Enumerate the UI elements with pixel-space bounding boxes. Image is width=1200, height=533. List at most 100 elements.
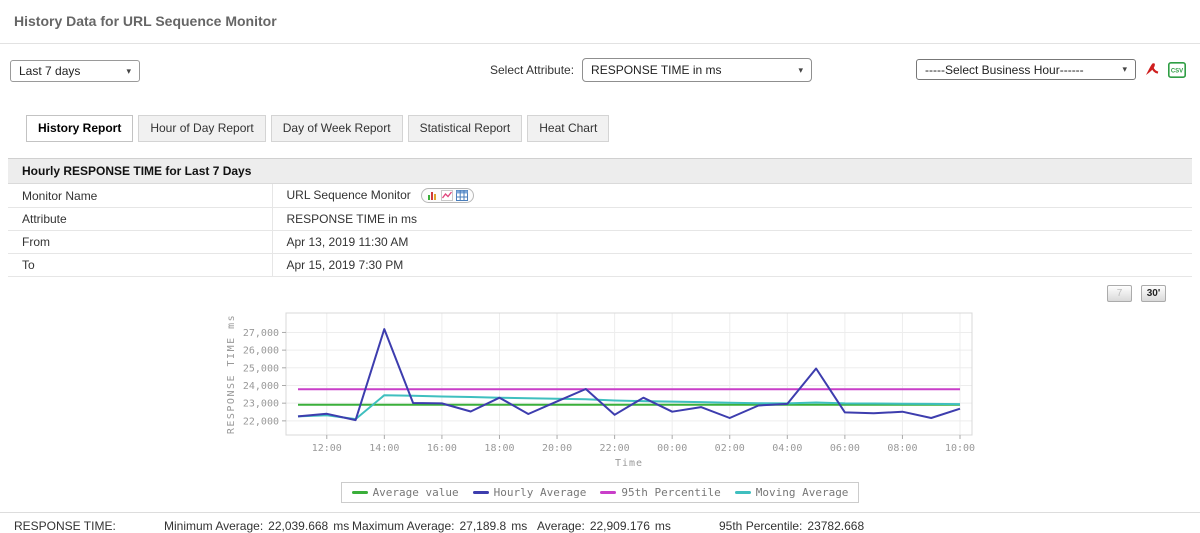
stat-unit: ms xyxy=(654,519,671,533)
row-value: URL Sequence Monitor xyxy=(272,183,1192,209)
tab-day-of-week-report[interactable]: Day of Week Report xyxy=(270,115,403,142)
legend-label: Hourly Average xyxy=(493,486,587,500)
row-value: RESPONSE TIME in ms xyxy=(272,207,1192,232)
stat-item-95th-percentile: 95th Percentile: 23782.668 xyxy=(719,519,869,533)
toolbar: Last 7 days ▾ Select Attribute: RESPONSE… xyxy=(0,44,1200,98)
time-range-value: Last 7 days xyxy=(19,64,81,78)
stat-label: Maximum Average: xyxy=(352,519,455,533)
y-tick-label: 25,000 xyxy=(243,364,279,375)
legend-item-average-value[interactable]: Average value xyxy=(351,486,459,500)
x-tick-label: 16:00 xyxy=(427,443,457,454)
line-graph-icon[interactable] xyxy=(440,190,453,202)
legend-swatch xyxy=(734,491,751,495)
x-tick-label: 14:00 xyxy=(369,443,399,454)
x-tick-label: 20:00 xyxy=(542,443,572,454)
chart-section: 7 30' 22,000 23,000 24,000 25,000 26,000 27,0… xyxy=(0,277,1200,504)
row-label: To xyxy=(8,253,273,278)
x-tick-label: 00:00 xyxy=(657,443,687,454)
select-attribute-label: Select Attribute: xyxy=(490,63,575,77)
x-tick-label: 08:00 xyxy=(887,443,917,454)
chart-legend: Average value Hourly Average 95th Percenti… xyxy=(340,482,860,504)
legend-item-moving-average[interactable]: Moving Average xyxy=(734,486,848,499)
legend-swatch xyxy=(472,491,489,495)
y-tick-label: 22,000 xyxy=(243,417,279,428)
svg-text:CSV: CSV xyxy=(1171,68,1183,74)
legend-label: 95th Percentile xyxy=(621,486,721,500)
summary-stats-bar: RESPONSE TIME: Minimum Average: 22,039.66… xyxy=(0,512,1200,533)
chevron-down-icon: ▾ xyxy=(126,65,131,76)
csv-export-icon[interactable]: CSV xyxy=(1168,61,1186,79)
table-row: To Apr 15, 2019 7:30 PM xyxy=(8,253,1192,278)
stat-value: 22,909.176 xyxy=(589,519,650,533)
data-table-icon[interactable] xyxy=(455,190,468,202)
stat-unit: ms xyxy=(333,519,350,533)
attribute-select[interactable]: RESPONSE TIME in ms ▾ xyxy=(582,58,813,82)
export-group: -----Select Business Hour------ ▾ CSV xyxy=(916,59,1186,80)
tab-statistical-report[interactable]: Statistical Report xyxy=(407,115,523,142)
history-chart: 22,000 23,000 24,000 25,000 26,000 27,000 12:0… xyxy=(220,307,980,504)
range-30-days-button[interactable]: 30' xyxy=(1141,285,1166,303)
stat-item-maximum-average: Maximum Average: 27,189.8 ms xyxy=(352,519,537,533)
business-hour-value: -----Select Business Hour------ xyxy=(925,62,1084,77)
tab-heat-chart[interactable]: Heat Chart xyxy=(527,115,610,142)
table-row: Attribute RESPONSE TIME in ms xyxy=(8,207,1192,232)
line-chart-canvas: 22,000 23,000 24,000 25,000 26,000 27,000 12:0… xyxy=(226,312,975,469)
x-tick-label: 04:00 xyxy=(772,443,802,454)
series-line-hourly-average xyxy=(297,328,961,422)
y-axis-label: RESPONSE TIME ms xyxy=(226,314,237,434)
attribute-value: RESPONSE TIME in ms xyxy=(591,63,722,77)
bar-chart-icon[interactable] xyxy=(427,190,438,201)
x-tick-label: 10:00 xyxy=(945,443,975,454)
table-row: From Apr 13, 2019 11:30 AM xyxy=(8,230,1192,255)
x-tick-label: 06:00 xyxy=(830,443,860,454)
legend-swatch xyxy=(600,491,617,495)
row-label: From xyxy=(8,230,273,255)
tab-history-report[interactable]: History Report xyxy=(26,115,134,142)
stats-attribute-label: RESPONSE TIME: xyxy=(14,519,116,533)
stat-item-minimum-average: Minimum Average: 22,039.668 ms xyxy=(164,519,352,533)
legend-item-hourly-average[interactable]: Hourly Average xyxy=(472,486,587,500)
legend-label: Average value xyxy=(372,486,459,500)
stat-value: 27,189.8 xyxy=(459,519,507,533)
x-axis-label: Time xyxy=(615,458,643,469)
y-tick-label: 23,000 xyxy=(243,399,279,410)
stat-label: Average: xyxy=(537,519,585,533)
chevron-down-icon: ▾ xyxy=(1122,64,1127,74)
monitor-view-icons xyxy=(420,188,474,204)
stat-item-average: Average: 22,909.176 ms xyxy=(537,519,719,533)
time-range-select[interactable]: Last 7 days ▾ xyxy=(10,60,140,82)
info-table-body: Hourly RESPONSE TIME for Last 7 Days Mon… xyxy=(8,158,1192,278)
info-table: Hourly RESPONSE TIME for Last 7 Days Mon… xyxy=(8,158,1192,278)
row-label: Monitor Name xyxy=(8,183,273,209)
report-tabs: History Report Hour of Day Report Day of W… xyxy=(26,115,1200,142)
row-value: Apr 13, 2019 11:30 AM xyxy=(272,230,1192,255)
row-value: Apr 15, 2019 7:30 PM xyxy=(272,253,1192,278)
pdf-export-icon[interactable] xyxy=(1143,61,1161,79)
y-tick-label: 24,000 xyxy=(243,381,279,392)
stat-label: 95th Percentile: xyxy=(719,519,803,533)
legend-item-95th-percentile[interactable]: 95th Percentile xyxy=(600,486,721,500)
stat-value: 23782.668 xyxy=(807,519,865,533)
legend-row: Average value Hourly Average 95th Percenti… xyxy=(220,481,980,504)
x-tick-label: 02:00 xyxy=(715,443,745,454)
x-tick-label: 18:00 xyxy=(484,443,514,454)
y-tick-label: 26,000 xyxy=(243,346,279,357)
page-header: History Data for URL Sequence Monitor xyxy=(0,0,1200,44)
chevron-down-icon: ▾ xyxy=(798,64,804,75)
chart-range-buttons: 7 30' xyxy=(1107,285,1166,303)
y-tick-label: 27,000 xyxy=(243,328,279,339)
business-hour-select[interactable]: -----Select Business Hour------ ▾ xyxy=(916,59,1136,80)
stat-label: Minimum Average: xyxy=(164,519,264,533)
x-tick-label: 12:00 xyxy=(312,443,342,454)
legend-swatch xyxy=(351,491,368,495)
table-row: Monitor Name URL Sequence Monitor xyxy=(8,183,1192,209)
stat-unit: ms xyxy=(511,519,528,533)
stat-value: 22,039.668 xyxy=(268,519,329,533)
x-tick-label: 22:00 xyxy=(600,443,630,454)
info-table-title: Hourly RESPONSE TIME for Last 7 Days xyxy=(8,158,1192,184)
range-7-days-button[interactable]: 7 xyxy=(1107,285,1132,303)
page-title: History Data for URL Sequence Monitor xyxy=(14,13,277,29)
tab-hour-of-day-report[interactable]: Hour of Day Report xyxy=(138,115,266,142)
row-label: Attribute xyxy=(8,207,273,232)
info-table-header-row: Hourly RESPONSE TIME for Last 7 Days xyxy=(8,158,1192,184)
